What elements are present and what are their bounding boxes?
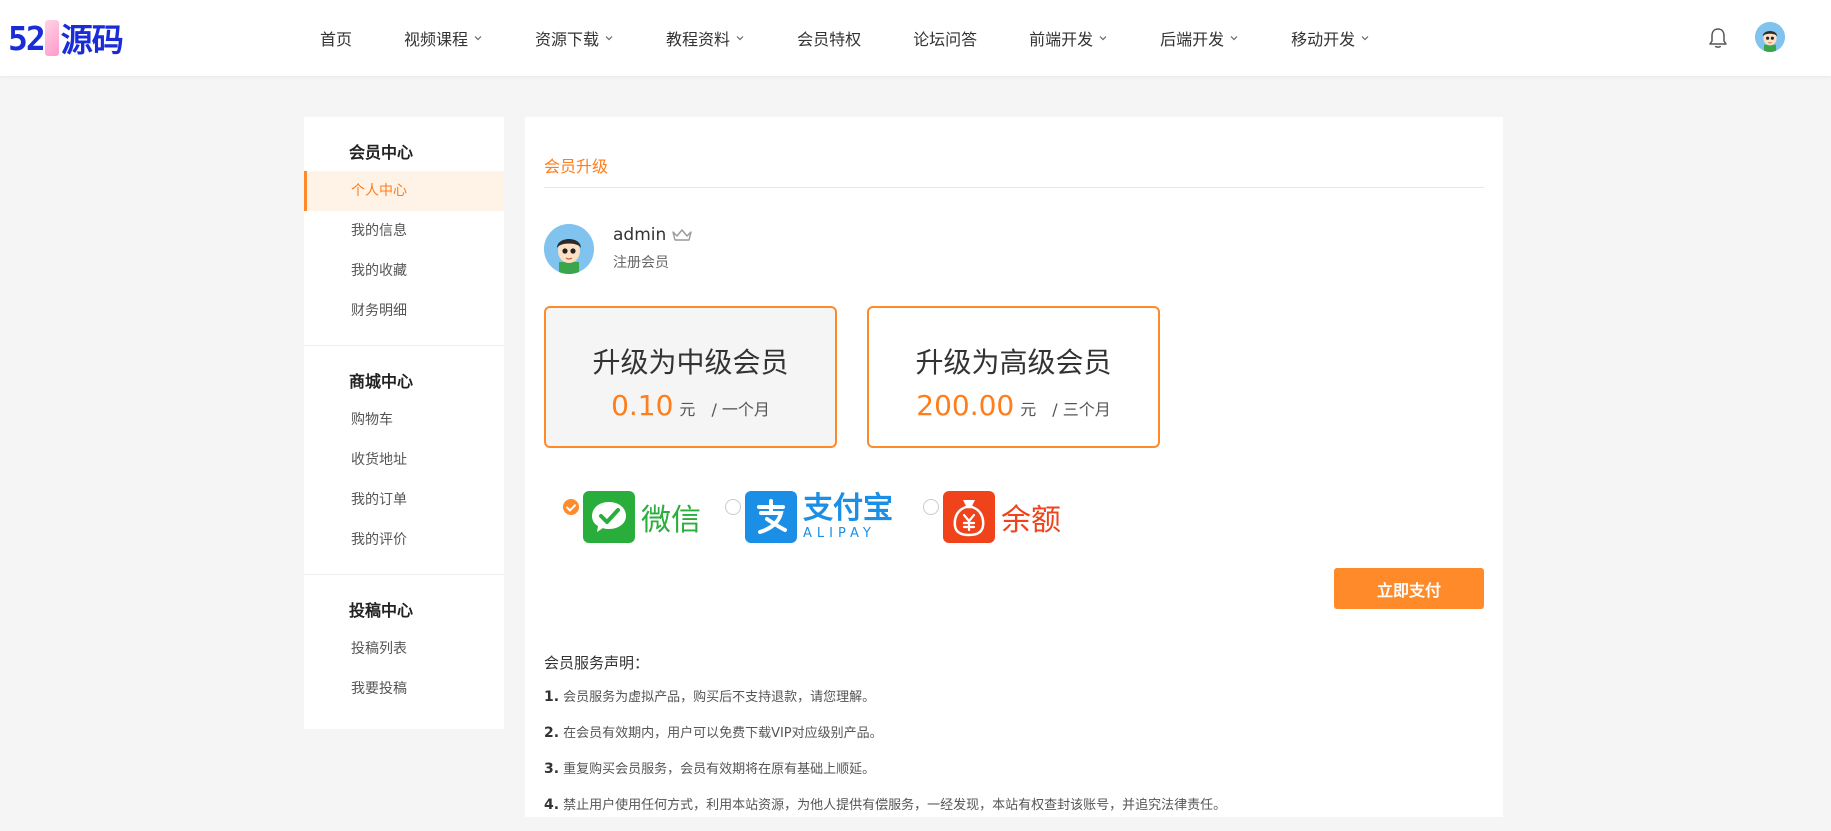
plan-price: 200.00 元 / 三个月	[869, 389, 1158, 422]
plan-title: 升级为中级会员	[592, 346, 789, 379]
sidebar-item-cart[interactable]: 购物车	[304, 400, 504, 440]
avatar-face-icon	[544, 224, 594, 274]
nav-item-home[interactable]: 首页	[320, 26, 352, 50]
nav-item-tutorials[interactable]: 教程资料	[666, 26, 745, 50]
notice-list: 1. 会员服务为虚拟产品，购买后不支持退款，请您理解。 2. 在会员有效期内，用户可…	[544, 687, 1226, 831]
crown-icon	[672, 229, 692, 241]
nav-label: 教程资料	[666, 30, 731, 49]
notice-title: 会员服务声明：	[544, 654, 650, 672]
sidebar-group-shop: 商城中心 购物车 收货地址 我的订单 我的评价	[304, 345, 504, 560]
plan-currency: 元	[1020, 400, 1037, 419]
plan-period: / 一个月	[711, 400, 770, 419]
nav-item-forum[interactable]: 论坛问答	[913, 26, 977, 50]
wechat-pay-icon	[583, 491, 635, 543]
nav-item-mobile[interactable]: 移动开发	[1291, 26, 1370, 50]
divider	[544, 187, 1484, 188]
sidebar: 会员中心 个人中心 我的信息 我的收藏 财务明细 商城中心 购物车 收货地址 我…	[304, 117, 504, 729]
sidebar-group-title: 商城中心	[349, 372, 414, 391]
notice-text: 在会员有效期内，用户可以免费下载VIP对应级别产品。	[563, 726, 883, 741]
user-avatar-header[interactable]	[1755, 22, 1785, 52]
chevron-down-icon	[1361, 36, 1369, 41]
chevron-down-icon	[1099, 36, 1107, 41]
nav-label: 会员特权	[797, 30, 862, 49]
avatar	[544, 224, 594, 274]
avatar-face-icon	[1755, 22, 1785, 52]
payment-option-balance[interactable]: 余额	[923, 489, 1061, 545]
nav-label: 移动开发	[1291, 30, 1356, 49]
plan-currency: 元	[679, 400, 696, 419]
nav-item-resource-downloads[interactable]: 资源下载	[535, 26, 614, 50]
plan-card-intermediate[interactable]: 升级为中级会员 0.10 元 / 一个月	[544, 306, 837, 448]
sidebar-item-address[interactable]: 收货地址	[304, 440, 504, 480]
nav-label: 论坛问答	[913, 30, 978, 49]
bell-icon[interactable]	[1707, 26, 1729, 50]
pay-now-button[interactable]: 立即支付	[1334, 568, 1484, 609]
alipay-wordmark: 支付宝 ALIPAY	[803, 491, 893, 541]
radio-unchecked-icon[interactable]	[725, 499, 741, 515]
notice-number: 1.	[544, 689, 560, 705]
nav-item-frontend[interactable]: 前端开发	[1029, 26, 1108, 50]
sidebar-group-member: 会员中心 个人中心 我的信息 我的收藏 财务明细	[304, 117, 504, 331]
plan-title: 升级为高级会员	[915, 346, 1112, 379]
plan-amount: 0.10	[611, 389, 674, 422]
payment-label: 微信	[641, 503, 701, 538]
sidebar-item-orders[interactable]: 我的订单	[304, 480, 504, 520]
list-item: 1. 会员服务为虚拟产品，购买后不支持退款，请您理解。	[544, 687, 1226, 723]
nav-item-vip-privileges[interactable]: 会员特权	[797, 26, 861, 50]
site-logo[interactable]: 52 源码	[8, 18, 124, 60]
tab-vip-upgrade[interactable]: 会员升级	[544, 153, 608, 177]
main-nav: 首页 视频课程 资源下载 教程资料 会员特权 论坛问答 前端开发 后端开发 移动…	[320, 0, 1422, 76]
alipay-icon	[745, 491, 797, 543]
sidebar-item-my-info[interactable]: 我的信息	[304, 211, 504, 251]
username: admin	[613, 225, 667, 245]
main-panel: 会员升级 admin 注册会员 升级为中级会员 0.10 元 / 一个月 升级为…	[525, 117, 1503, 817]
payment-label: 余额	[1001, 503, 1061, 538]
nav-label: 资源下载	[535, 30, 600, 49]
logo-text: 源码	[60, 21, 124, 59]
payment-option-wechat[interactable]: 微信	[563, 489, 701, 545]
sidebar-group-title: 会员中心	[349, 143, 414, 162]
nav-label: 首页	[320, 30, 353, 49]
nav-label: 前端开发	[1029, 30, 1094, 49]
nav-label: 视频课程	[404, 30, 469, 49]
radio-checked-icon[interactable]	[563, 499, 579, 515]
sidebar-item-submit[interactable]: 我要投稿	[304, 669, 504, 709]
nav-item-backend[interactable]: 后端开发	[1160, 26, 1239, 50]
sidebar-group-title: 投稿中心	[349, 601, 414, 620]
balance-icon	[943, 491, 995, 543]
sidebar-item-submission-list[interactable]: 投稿列表	[304, 629, 504, 669]
nav-item-video-courses[interactable]: 视频课程	[404, 26, 483, 50]
sidebar-item-personal-center[interactable]: 个人中心	[304, 171, 504, 211]
list-item: 2. 在会员有效期内，用户可以免费下载VIP对应级别产品。	[544, 723, 1226, 759]
payment-sublabel: ALIPAY	[803, 526, 876, 541]
notice-text: 会员服务为虚拟产品，购买后不支持退款，请您理解。	[563, 690, 876, 705]
logo-mark-icon	[44, 20, 59, 56]
list-item: 4. 禁止用户使用任何方式，利用本站资源，为他人提供有偿服务，一经发现，本站有权查…	[544, 795, 1226, 831]
sidebar-item-my-favorites[interactable]: 我的收藏	[304, 251, 504, 291]
chevron-down-icon	[474, 36, 482, 41]
payment-option-alipay[interactable]: 支付宝 ALIPAY	[725, 489, 893, 545]
notice-text: 重复购买会员服务，会员有效期将在原有基础上顺延。	[563, 762, 876, 777]
list-item: 3. 重复购买会员服务，会员有效期将在原有基础上顺延。	[544, 759, 1226, 795]
notice-number: 4.	[544, 797, 560, 813]
logo-number: 52	[8, 18, 46, 58]
nav-label: 后端开发	[1160, 30, 1225, 49]
chevron-down-icon	[736, 36, 744, 41]
sidebar-item-finance[interactable]: 财务明细	[304, 291, 504, 331]
chevron-down-icon	[1230, 36, 1238, 41]
notice-number: 2.	[544, 725, 560, 741]
plan-amount: 200.00	[916, 389, 1015, 422]
chevron-down-icon	[605, 36, 613, 41]
sidebar-item-reviews[interactable]: 我的评价	[304, 520, 504, 560]
plan-period: / 三个月	[1052, 400, 1111, 419]
plan-price: 0.10 元 / 一个月	[546, 389, 835, 422]
payment-label: 支付宝	[803, 491, 893, 526]
plan-card-advanced[interactable]: 升级为高级会员 200.00 元 / 三个月	[867, 306, 1160, 448]
notice-number: 3.	[544, 761, 560, 777]
sidebar-group-submission: 投稿中心 投稿列表 我要投稿	[304, 574, 504, 709]
radio-unchecked-icon[interactable]	[923, 499, 939, 515]
member-level: 注册会员	[613, 255, 669, 271]
user-name-row: admin	[613, 225, 692, 245]
top-header: 52 源码 首页 视频课程 资源下载 教程资料 会员特权 论坛问答 前端开发 后…	[0, 0, 1831, 76]
